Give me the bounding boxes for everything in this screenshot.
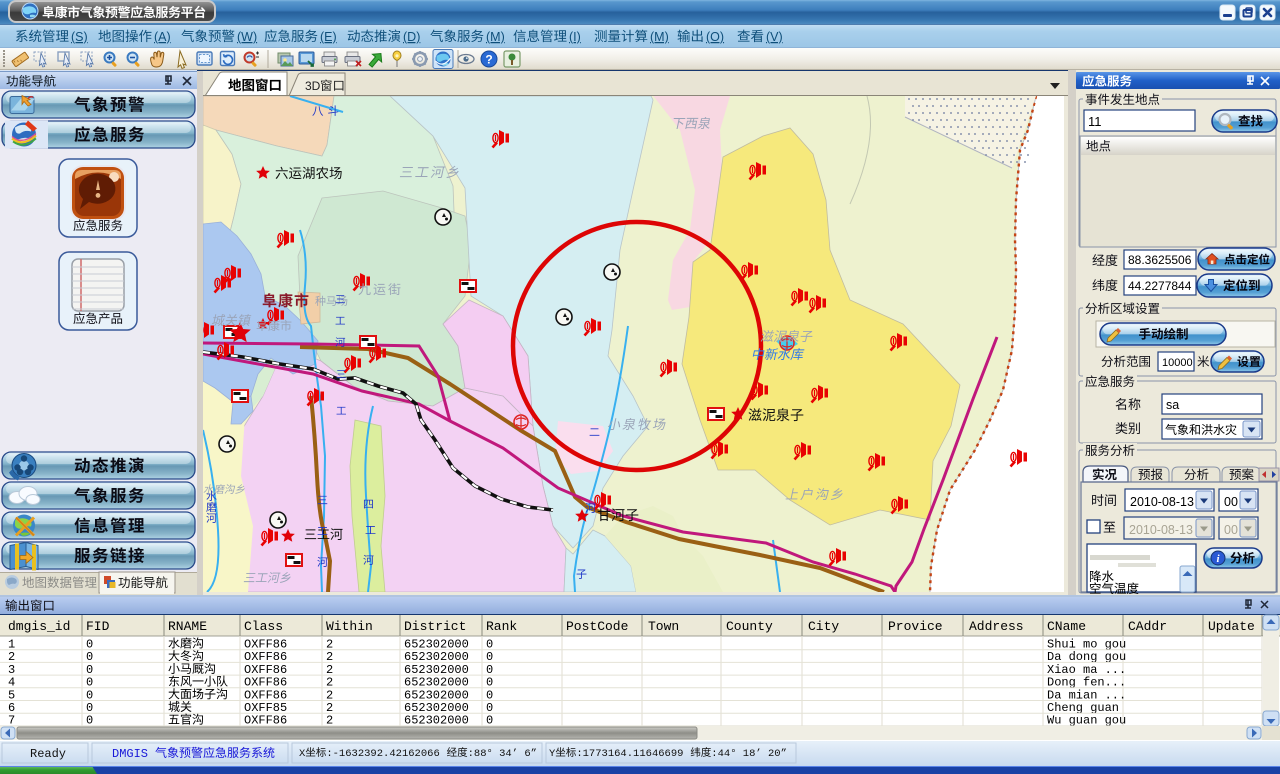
svg-text::44° 18’ 20”: :44° 18’ 20” [711,748,787,760]
svg-text:(D): (D) [403,30,420,44]
svg-text:(M): (M) [650,30,669,44]
svg-text:(S): (S) [71,30,88,44]
svg-text:2010-08-13: 2010-08-13 [1130,495,1194,509]
svg-text:3D: 3D [305,79,321,93]
svg-text:00: 00 [1224,495,1238,509]
svg-text:88.3625506: 88.3625506 [1128,253,1192,267]
svg-text:County: County [726,619,773,634]
svg-text:sa: sa [1166,398,1179,412]
svg-text:dmgis_id: dmgis_id [8,619,70,634]
svg-text:Town: Town [648,619,679,634]
svg-text:(M): (M) [486,30,505,44]
svg-text:District: District [404,619,466,634]
svg-text::1773164.11646699: :1773164.11646699 [576,748,683,760]
svg-text:X: X [299,748,306,760]
svg-text:CName: CName [1047,619,1086,634]
svg-text:City: City [808,619,839,634]
svg-text::88° 34’ 6”: :88° 34’ 6” [468,748,537,760]
svg-text:PostCode: PostCode [566,619,628,634]
svg-text:Address: Address [969,619,1024,634]
svg-text:Y: Y [549,748,556,760]
svg-text:00: 00 [1224,523,1238,537]
svg-text:Within: Within [326,619,373,634]
svg-text:RNAME: RNAME [168,619,207,634]
svg-text:(W): (W) [237,30,257,44]
svg-text:Provice: Provice [888,619,943,634]
svg-text:44.2277844: 44.2277844 [1128,279,1192,293]
svg-text:(A): (A) [154,30,171,44]
svg-text:(O): (O) [706,30,724,44]
svg-text:FID: FID [86,619,110,634]
svg-text:Ready: Ready [30,747,66,761]
svg-text::-1632392.42162066: :-1632392.42162066 [326,748,439,760]
svg-text:(V): (V) [766,30,783,44]
svg-text:2010-08-13: 2010-08-13 [1129,523,1193,537]
svg-text:11: 11 [1088,114,1102,129]
svg-text:DMGIS: DMGIS [112,747,148,761]
svg-text:10000: 10000 [1162,357,1193,369]
svg-text:(I): (I) [569,30,581,44]
svg-text:Class: Class [244,619,283,634]
svg-text:?: ? [485,53,492,67]
svg-text:(E): (E) [320,30,337,44]
svg-text:Rank: Rank [486,619,517,634]
svg-text:CAddr: CAddr [1128,619,1167,634]
svg-text:Update: Update [1208,619,1255,634]
